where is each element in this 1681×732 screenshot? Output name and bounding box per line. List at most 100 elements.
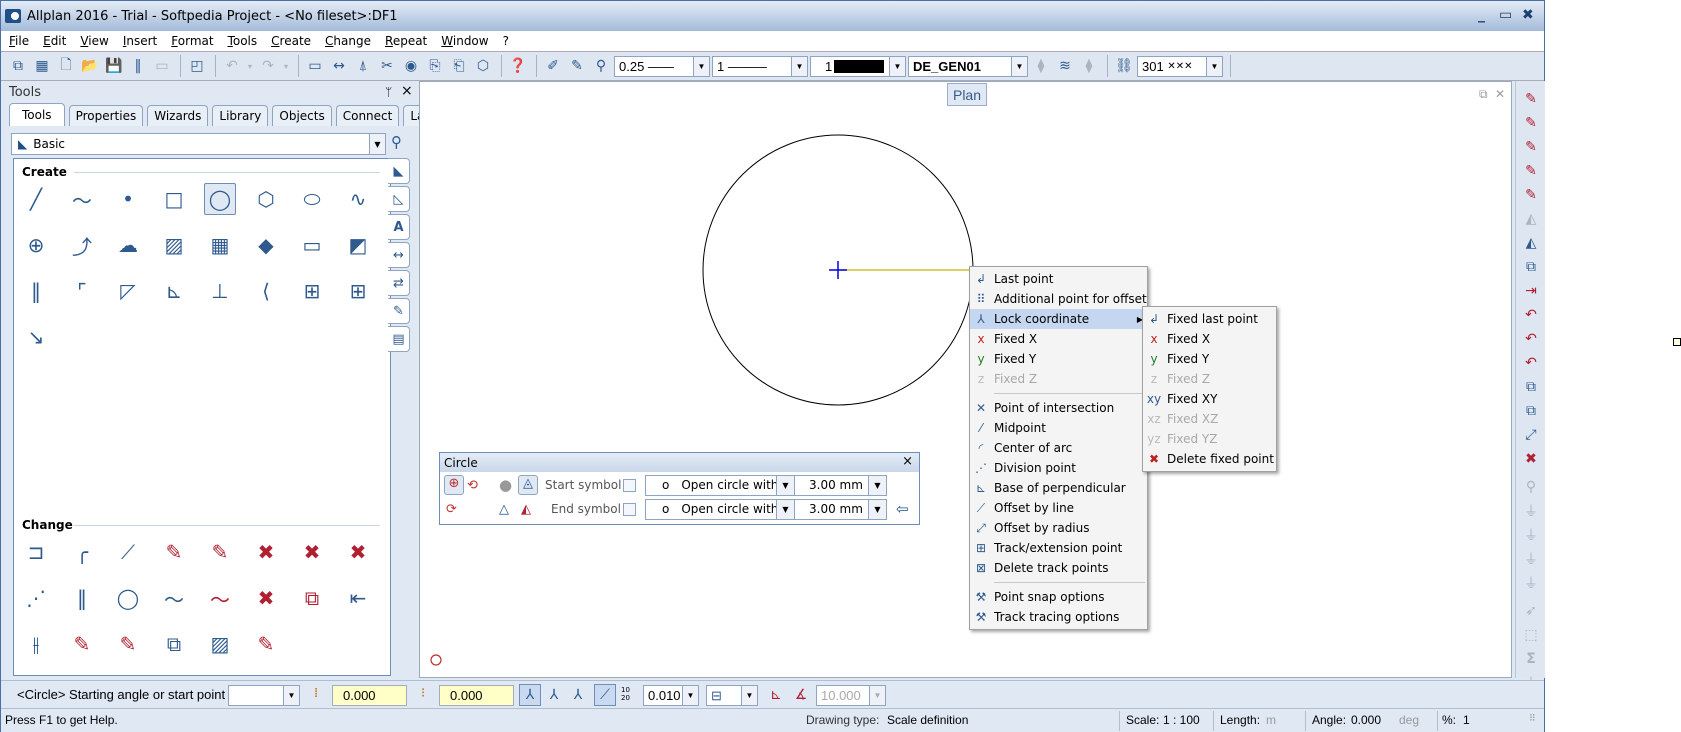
x-coordinate-input[interactable]: 0.000	[332, 685, 407, 706]
tab-wizards[interactable]: Wizards	[147, 105, 209, 126]
angle-measure-icon[interactable]: ∡	[790, 684, 812, 706]
end-size-select[interactable]: 3.00 mm ▼	[794, 498, 887, 520]
rotate-icon[interactable]: ↶	[1516, 303, 1546, 327]
line-icon[interactable]: ╱	[20, 183, 52, 215]
cloud-icon[interactable]: ☁	[112, 229, 144, 261]
global-point-icon[interactable]: ⅄	[543, 684, 565, 706]
menu-help[interactable]: ?	[503, 34, 509, 48]
point-icon[interactable]: •	[112, 183, 144, 215]
sum-icon[interactable]: Σ	[1516, 647, 1546, 671]
chevron-down-icon[interactable]: ▼	[741, 686, 757, 705]
undo-icon[interactable]: ↶	[221, 55, 243, 77]
resize-grip-icon[interactable]: ⠿	[1529, 713, 1536, 724]
surface-icon[interactable]: ◸	[112, 275, 144, 307]
format-pencil-icon[interactable]: ✎	[566, 55, 588, 77]
spline-icon[interactable]: ∿	[342, 183, 374, 215]
pattern-select[interactable]: 301 ✕✕✕ ▼	[1137, 55, 1223, 77]
menu-item-point-of-intersection[interactable]: ✕ Point of intersection	[970, 398, 1147, 418]
layout-icon[interactable]: ◰	[186, 55, 208, 77]
measure-icon[interactable]: ▭	[304, 55, 326, 77]
duplicate-icon[interactable]: ⧉	[1516, 399, 1546, 423]
format-paint-icon[interactable]: ✐	[542, 55, 564, 77]
chevron-down-icon[interactable]: ▼	[869, 686, 885, 705]
menu-item-point-snap-options[interactable]: ⚒ Point snap options	[970, 587, 1147, 607]
grid-copy-icon[interactable]: ⊞	[296, 275, 328, 307]
menu-item-track-extension-point[interactable]: ⊞ Track/extension point	[970, 538, 1147, 558]
polygon-icon[interactable]: ⬡	[250, 183, 282, 215]
menu-item-track-tracing-options[interactable]: ⚒ Track tracing options	[970, 607, 1147, 627]
move-icon[interactable]: ⇥	[1516, 279, 1546, 303]
parallel-circle-icon[interactable]: ◯	[112, 582, 144, 614]
parallel-offset-icon[interactable]: ⌜	[66, 275, 98, 307]
pattern-edit-icon[interactable]: ✎	[250, 628, 282, 660]
close-view-icon[interactable]: ✕	[1495, 87, 1505, 101]
menu-item-delete-fixed-point[interactable]: ✖ Delete fixed point	[1143, 449, 1276, 469]
step-select[interactable]: 0.010 ▼	[643, 685, 699, 706]
basic-family-icon[interactable]: ◣	[388, 158, 410, 184]
chamfer-icon[interactable]: ⟋	[112, 536, 144, 568]
minimize-button[interactable]: _	[1478, 7, 1485, 23]
menu-format[interactable]: Format	[171, 34, 213, 48]
menu-item-center-of-arc[interactable]: ◜ Center of arc	[970, 438, 1147, 458]
delete-segment-pencil-icon[interactable]: ✎	[1516, 135, 1546, 159]
hatching-icon[interactable]: ▨	[158, 229, 190, 261]
text-family-icon[interactable]: A	[388, 214, 410, 240]
menu-insert[interactable]: Insert	[123, 34, 157, 48]
delete-angle-pencil-icon[interactable]: ✎	[1516, 183, 1546, 207]
chevron-down-icon[interactable]: ▼	[868, 499, 886, 519]
modify-area-icon[interactable]: ✎	[204, 536, 236, 568]
open-view-icon[interactable]: ⎘	[424, 55, 446, 77]
menu-item-fixed-x[interactable]: x Fixed X	[1143, 329, 1276, 349]
delete-point-icon[interactable]: ✖	[342, 536, 374, 568]
scale-icon[interactable]: ⤢	[1516, 423, 1546, 447]
style-area-icon[interactable]: ◩	[342, 229, 374, 261]
end-symbol-type-select[interactable]: o Open circle with ▼	[645, 498, 795, 520]
delete-icon[interactable]: ✖	[1516, 447, 1546, 471]
pattern-icon[interactable]: ▦	[204, 229, 236, 261]
delete-segment-icon[interactable]: ✖	[250, 536, 282, 568]
undo-dropdown-icon[interactable]: ▾	[245, 55, 255, 77]
redo-icon[interactable]: ↷	[257, 55, 279, 77]
exchange-icon[interactable]: ⇄	[388, 270, 410, 296]
circle-tangent-icon[interactable]: ⟳	[446, 502, 457, 517]
chevron-down-icon[interactable]: ▼	[1011, 56, 1027, 76]
menu-item-division-point[interactable]: ⋰ Division point	[970, 458, 1147, 478]
menu-item-fixed-z[interactable]: z Fixed Z	[970, 369, 1147, 389]
menu-item-fixed-y[interactable]: y Fixed Y	[1143, 349, 1276, 369]
rectangle-icon[interactable]: □	[158, 183, 190, 215]
end-symbol-checkbox[interactable]	[623, 502, 636, 516]
new-file-icon[interactable]: 🗋	[55, 55, 77, 77]
y-coordinate-input[interactable]: 0.000	[439, 685, 514, 706]
eyedropper-icon[interactable]: ⚲	[590, 55, 612, 77]
menu-item-last-point[interactable]: ↲ Last point	[970, 269, 1147, 289]
filter-apply-icon[interactable]: ⏚	[1516, 571, 1546, 595]
hatch-edit-icon[interactable]: ▨	[204, 628, 236, 660]
pen-thickness-select[interactable]: 0.25 —— ▼	[614, 55, 710, 77]
layout-family-icon[interactable]: ▤	[388, 326, 410, 352]
drawing-canvas[interactable]	[419, 81, 1512, 678]
angle-unit[interactable]: deg	[1399, 713, 1419, 727]
fillet-icon[interactable]: ╭	[66, 536, 98, 568]
tab-connect[interactable]: Connect	[335, 105, 400, 126]
tab-objects[interactable]: Objects	[272, 105, 332, 126]
panel-close-button[interactable]: ×	[401, 83, 413, 99]
menu-item-lock-coordinate[interactable]: ⅄ Lock coordinate ▶	[970, 309, 1147, 329]
delta-point-icon[interactable]: ⅄	[567, 684, 589, 706]
line-type-select[interactable]: 1 ——— ▼	[712, 55, 808, 77]
input-dropdown[interactable]: ▼	[228, 685, 300, 706]
chevron-down-icon[interactable]: ▼	[776, 475, 794, 495]
tab-properties[interactable]: Properties	[68, 105, 144, 126]
search-icon[interactable]: ⚲	[391, 133, 402, 151]
fileset-icon[interactable]: ▦	[31, 55, 53, 77]
dimension-mode-select[interactable]: ⊟ ▼	[706, 685, 758, 706]
drawing-type-value[interactable]: Scale definition	[887, 713, 968, 727]
parallel-edit-icon[interactable]: ‖	[66, 582, 98, 614]
menu-item-base-of-perpendicular[interactable]: ⊾ Base of perpendicular	[970, 478, 1147, 498]
menu-edit[interactable]: Edit	[43, 34, 66, 48]
edit-copy-icon[interactable]: ✎	[66, 628, 98, 660]
polyline-delete-icon[interactable]: 〜	[204, 582, 236, 614]
dimension-family-icon[interactable]: ◺	[388, 186, 410, 212]
align-icon[interactable]: ⇤	[342, 582, 374, 614]
full-circle-icon[interactable]: ●	[499, 476, 512, 494]
restore-view-icon[interactable]: ⧉	[1479, 87, 1488, 102]
